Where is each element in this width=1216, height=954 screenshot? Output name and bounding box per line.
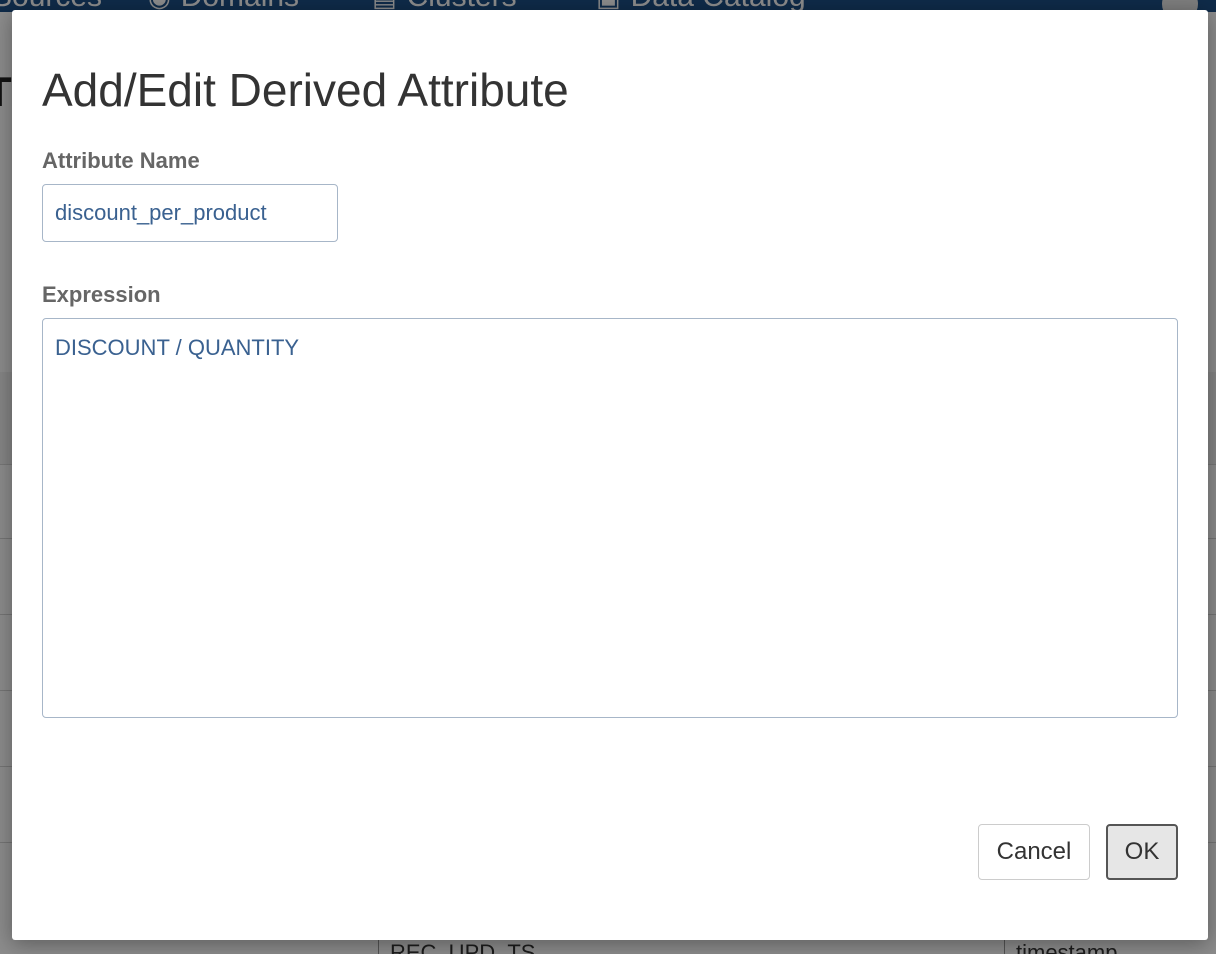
dialog-title: Add/Edit Derived Attribute <box>42 64 569 116</box>
attribute-name-label: Attribute Name <box>42 148 200 173</box>
expression-label: Expression <box>42 282 161 307</box>
expression-textarea[interactable]: DISCOUNT / QUANTITY <box>42 318 1178 718</box>
attribute-name-input[interactable] <box>42 184 338 242</box>
derived-attribute-dialog: Add/Edit Derived Attribute Attribute Nam… <box>12 10 1208 940</box>
cancel-button[interactable]: Cancel <box>978 824 1090 880</box>
ok-button[interactable]: OK <box>1106 824 1178 880</box>
